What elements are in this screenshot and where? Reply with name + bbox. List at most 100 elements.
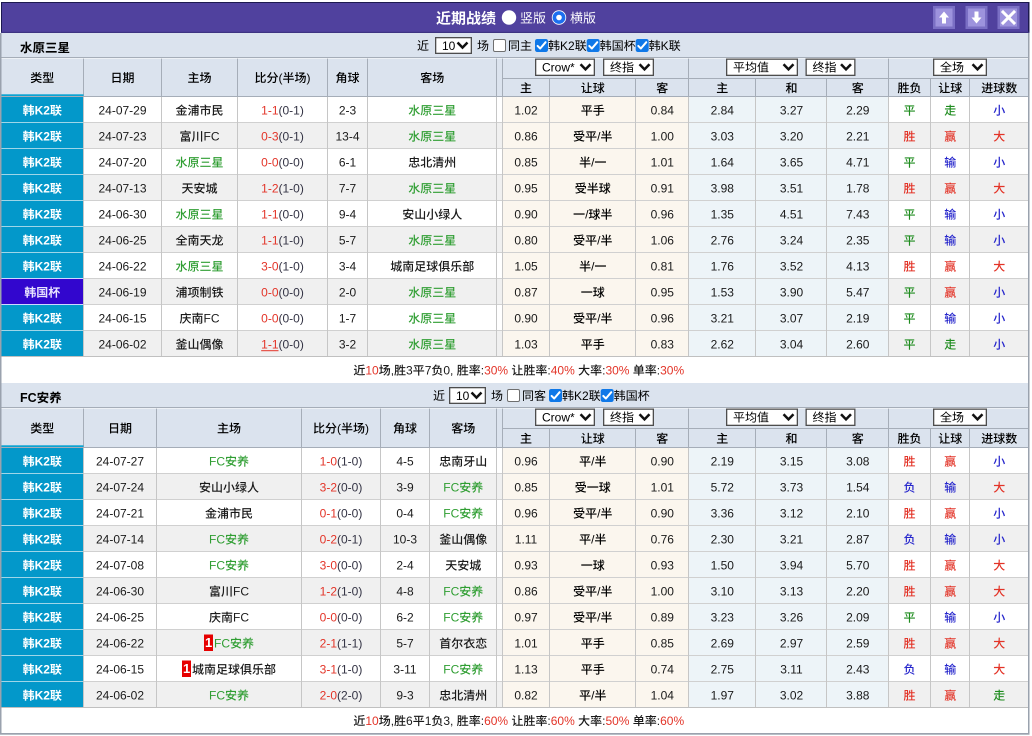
- svg-text:1.97: 1.97: [711, 688, 735, 702]
- svg-text:3.88: 3.88: [846, 688, 870, 702]
- svg-text:1.13: 1.13: [514, 662, 538, 676]
- svg-text:0.85: 0.85: [651, 636, 675, 650]
- svg-text:0.93: 0.93: [514, 558, 538, 572]
- svg-text:3.94: 3.94: [780, 558, 804, 572]
- svg-text:2.62: 2.62: [711, 337, 735, 351]
- svg-text:2.35: 2.35: [846, 233, 870, 247]
- svg-text:K2: K2: [35, 481, 51, 495]
- svg-text:FC: FC: [20, 391, 37, 405]
- svg-text:1.00: 1.00: [651, 584, 675, 598]
- svg-text:(1-0): (1-0): [279, 181, 304, 195]
- svg-text:3.11: 3.11: [780, 662, 803, 676]
- svg-text:FC: FC: [443, 507, 459, 521]
- svg-text:0-0: 0-0: [261, 311, 279, 325]
- svg-text:3,: 3,: [443, 714, 453, 728]
- svg-text:K2: K2: [35, 234, 51, 248]
- svg-text:3.21: 3.21: [711, 311, 735, 325]
- svg-text:24-06-19: 24-06-19: [98, 285, 146, 299]
- svg-text:0.90: 0.90: [651, 506, 675, 520]
- svg-text:): ): [307, 71, 311, 85]
- svg-text:24-07-29: 24-07-29: [98, 103, 146, 117]
- svg-text:6-2: 6-2: [396, 610, 414, 624]
- svg-text:24-07-20: 24-07-20: [98, 155, 146, 169]
- svg-text:10: 10: [365, 714, 379, 728]
- svg-text:0.80: 0.80: [514, 233, 538, 247]
- svg-text:FC: FC: [443, 481, 459, 495]
- svg-text:1-1: 1-1: [261, 207, 279, 221]
- svg-text:24-06-30: 24-06-30: [98, 207, 146, 221]
- svg-text:4.13: 4.13: [846, 259, 870, 273]
- svg-text:2-4: 2-4: [396, 558, 414, 572]
- svg-text:2.19: 2.19: [711, 454, 735, 468]
- svg-text:24-06-25: 24-06-25: [96, 610, 144, 624]
- svg-text:3.23: 3.23: [711, 610, 735, 624]
- svg-text:2.97: 2.97: [780, 636, 804, 650]
- svg-text:3.52: 3.52: [780, 259, 804, 273]
- svg-text:2.29: 2.29: [846, 103, 870, 117]
- svg-text:1-1: 1-1: [261, 233, 279, 247]
- svg-text:K2: K2: [35, 156, 51, 170]
- svg-text:24-06-22: 24-06-22: [96, 636, 144, 650]
- svg-text:K2: K2: [35, 208, 51, 222]
- svg-text:2.43: 2.43: [846, 662, 870, 676]
- svg-text:0.74: 0.74: [651, 662, 675, 676]
- svg-text:24-07-13: 24-07-13: [98, 181, 146, 195]
- svg-text:3.24: 3.24: [780, 233, 804, 247]
- svg-text:3-0: 3-0: [261, 259, 279, 273]
- svg-text:5.47: 5.47: [846, 285, 870, 299]
- svg-text:3.12: 3.12: [780, 506, 804, 520]
- svg-text:7-7: 7-7: [339, 181, 357, 195]
- svg-text:1.50: 1.50: [711, 558, 735, 572]
- svg-text:2.19: 2.19: [846, 311, 870, 325]
- svg-text:FC: FC: [233, 611, 249, 625]
- svg-text:(0-0): (0-0): [279, 285, 304, 299]
- svg-text:K2: K2: [35, 507, 51, 521]
- svg-text:1.01: 1.01: [651, 155, 675, 169]
- svg-text:2-0: 2-0: [320, 688, 338, 702]
- svg-text:0-3: 0-3: [261, 129, 279, 143]
- svg-text:K2: K2: [35, 585, 51, 599]
- svg-text:K2: K2: [35, 312, 51, 326]
- svg-text:K2: K2: [35, 559, 51, 573]
- svg-text:0-1: 0-1: [320, 506, 338, 520]
- svg-text:1.78: 1.78: [846, 181, 870, 195]
- svg-text:FC: FC: [443, 663, 459, 677]
- svg-text:3: 3: [406, 364, 413, 378]
- svg-text:24-06-02: 24-06-02: [96, 688, 144, 702]
- svg-text:1-0: 1-0: [320, 454, 338, 468]
- svg-text:2.21: 2.21: [846, 129, 870, 143]
- svg-text:3.98: 3.98: [711, 181, 735, 195]
- svg-text:1.01: 1.01: [514, 636, 538, 650]
- svg-text:Crow*: Crow*: [542, 61, 575, 75]
- svg-text:60%: 60%: [484, 714, 508, 728]
- svg-text:0.96: 0.96: [651, 311, 675, 325]
- svg-text:4.71: 4.71: [846, 155, 870, 169]
- svg-text:0.83: 0.83: [651, 337, 675, 351]
- svg-text:0.82: 0.82: [514, 688, 538, 702]
- svg-text:1.05: 1.05: [514, 259, 538, 273]
- svg-text:K2: K2: [35, 637, 51, 651]
- svg-text:(0-0): (0-0): [337, 506, 362, 520]
- svg-text:(1-1): (1-1): [337, 636, 362, 650]
- svg-text:0-0: 0-0: [261, 155, 279, 169]
- svg-text:1.00: 1.00: [651, 129, 675, 143]
- svg-text:(1-0): (1-0): [337, 584, 362, 598]
- svg-text:6: 6: [406, 714, 413, 728]
- svg-text:(0-0): (0-0): [279, 155, 304, 169]
- svg-text:(0-0): (0-0): [279, 207, 304, 221]
- svg-text:3-4: 3-4: [339, 259, 357, 273]
- svg-text:(0-0): (0-0): [337, 558, 362, 572]
- svg-text:FC: FC: [204, 130, 220, 144]
- svg-text:24-06-25: 24-06-25: [98, 233, 146, 247]
- svg-text:0.84: 0.84: [651, 103, 675, 117]
- svg-text:2.87: 2.87: [846, 532, 870, 546]
- svg-text:3.26: 3.26: [780, 610, 804, 624]
- svg-text:2-1: 2-1: [320, 636, 338, 650]
- svg-text:2.76: 2.76: [711, 233, 735, 247]
- svg-text:10: 10: [456, 389, 470, 403]
- svg-text:(2-0): (2-0): [337, 688, 362, 702]
- svg-text:FC: FC: [209, 689, 225, 703]
- svg-text:3-0: 3-0: [320, 558, 338, 572]
- svg-text:Crow*: Crow*: [542, 411, 575, 425]
- svg-text:1.04: 1.04: [651, 688, 675, 702]
